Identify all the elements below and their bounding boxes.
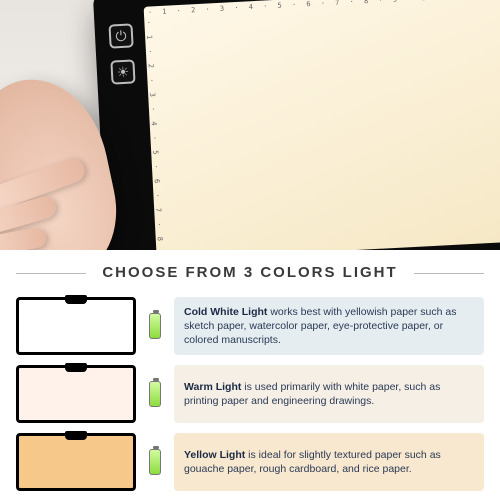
mode-desc-cold: Cold White Light works best with yellowi… <box>174 297 484 355</box>
mode-row-cold: Cold White Light works best with yellowi… <box>16 297 484 355</box>
power-icon: ⏻ <box>115 27 127 45</box>
finger <box>0 226 48 250</box>
illuminated-surface: · 1 · 2 · 3 · 4 · 5 · 6 · 7 · 8 · 9 · 10… <box>144 0 500 250</box>
power-button[interactable]: ⏻ <box>108 23 133 48</box>
mode-row-yellow: Yellow Light is ideal for slightly textu… <box>16 433 484 491</box>
mode-label: Warm Light <box>184 381 241 393</box>
ruler-left: · 1 · 2 · 3 · 4 · 5 · 6 · 7 · 8 · 9 · 10… <box>144 20 209 250</box>
mode-row-warm: Warm Light is used primarily with white … <box>16 365 484 423</box>
battery-icon <box>148 297 162 355</box>
brightness-icon: ☀ <box>116 63 129 81</box>
swatch-cold <box>16 297 136 355</box>
ruler-top: · 1 · 2 · 3 · 4 · 5 · 6 · 7 · 8 · 9 · 10… <box>148 0 500 19</box>
mode-desc-yellow: Yellow Light is ideal for slightly textu… <box>174 433 484 491</box>
swatch-yellow <box>16 433 136 491</box>
mode-desc-warm: Warm Light is used primarily with white … <box>174 365 484 423</box>
section-heading: CHOOSE FROM 3 COLORS LIGHT <box>16 264 484 281</box>
colors-section: CHOOSE FROM 3 COLORS LIGHT Cold White Li… <box>0 250 500 500</box>
brightness-button[interactable]: ☀ <box>110 59 135 84</box>
clip-icon <box>65 295 87 304</box>
mode-label: Yellow Light <box>184 449 245 461</box>
clip-icon <box>65 431 87 440</box>
battery-icon <box>148 365 162 423</box>
battery-icon <box>148 433 162 491</box>
swatch-warm <box>16 365 136 423</box>
light-pad-device: ⏻ ☀ · 1 · 2 · 3 · 4 · 5 · 6 · 7 · 8 · 9 … <box>93 0 500 250</box>
mode-label: Cold White Light <box>184 306 267 318</box>
clip-icon <box>65 363 87 372</box>
hero-photo: ⏻ ☀ · 1 · 2 · 3 · 4 · 5 · 6 · 7 · 8 · 9 … <box>0 0 500 250</box>
